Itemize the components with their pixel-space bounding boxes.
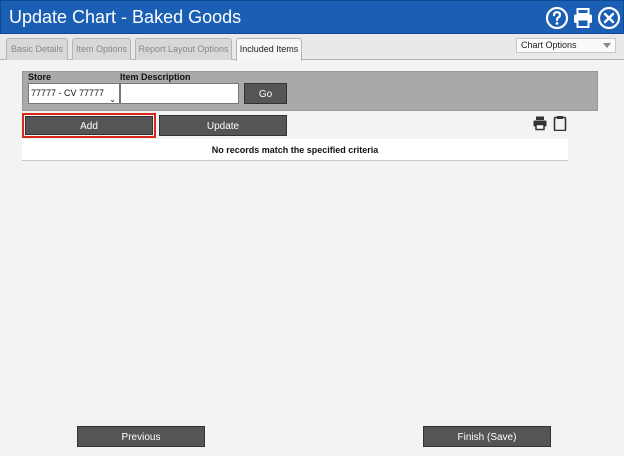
tab-item-options[interactable]: Item Options [72,38,131,60]
tab-report-layout-options[interactable]: Report Layout Options [135,38,232,60]
finish-save-button[interactable]: Finish (Save) [423,426,551,447]
store-select[interactable]: 77777 - CV 77777 ⌄ [28,83,120,104]
store-label: Store [28,72,52,82]
print-icon[interactable] [532,115,548,131]
tab-basic-details[interactable]: Basic Details [6,38,68,60]
title-bar: Update Chart - Baked Goods [0,0,624,34]
close-icon[interactable] [597,6,621,30]
add-button-highlight: Add [22,113,156,138]
clipboard-icon[interactable] [552,115,568,131]
chart-options-value: Chart Options [521,40,577,50]
window-title: Update Chart - Baked Goods [9,7,242,27]
chevron-down-icon: ⌄ [109,95,116,104]
empty-records-message: No records match the specified criteria [22,139,568,161]
update-button[interactable]: Update [159,115,287,136]
tab-included-items[interactable]: Included Items [236,38,302,61]
go-button[interactable]: Go [244,83,287,104]
chevron-down-icon [603,43,611,48]
chart-options-dropdown[interactable]: Chart Options [516,38,616,53]
item-description-label: Item Description [120,72,191,82]
item-description-input[interactable] [120,83,239,104]
store-select-value: 77777 - CV 77777 [31,88,105,98]
filter-bar: Store Item Description 77777 - CV 77777 … [22,71,598,111]
help-icon[interactable] [545,6,569,30]
print-icon[interactable] [571,6,595,30]
add-button[interactable]: Add [25,116,153,135]
previous-button[interactable]: Previous [77,426,205,447]
